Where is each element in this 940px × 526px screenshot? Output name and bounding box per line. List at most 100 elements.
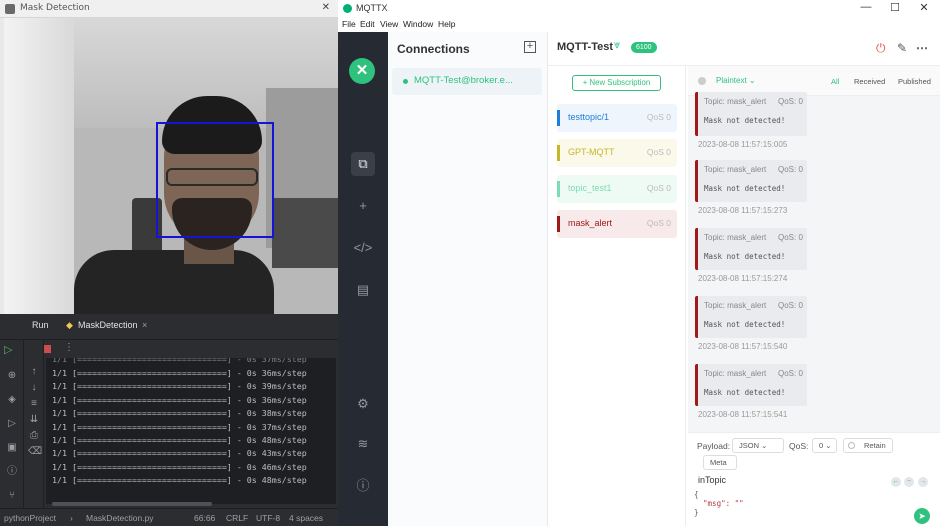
settings-icon[interactable]: ⚙ — [351, 392, 375, 416]
prev-history-icon[interactable]: ← — [891, 477, 901, 487]
project-label[interactable]: pythonProject — [4, 513, 56, 523]
new-subscription-label: New Subscription — [589, 78, 651, 87]
topic-color-bar — [557, 216, 560, 232]
payload-format-select[interactable]: Plaintext ⌄ — [716, 76, 756, 85]
minimize-icon[interactable]: — — [853, 1, 879, 13]
topic-item[interactable]: GPT-MQTT QoS 0 — [557, 139, 677, 167]
qos-select[interactable]: 0 ⌄ — [812, 438, 837, 453]
encoding[interactable]: UTF-8 — [256, 513, 280, 523]
add-connection-icon[interactable]: + — [524, 41, 536, 53]
menu-edit[interactable]: Edit — [360, 19, 375, 29]
mqttx-titlebar[interactable]: MQTTX — ☐ ✕ — [338, 0, 940, 18]
console-line: 1/1 [==============================] - 0… — [52, 461, 307, 472]
run-tab[interactable]: Run — [32, 320, 49, 330]
mask-window-titlebar[interactable]: Mask Detection ✕ — [0, 0, 338, 18]
mask-window-title: Mask Detection — [20, 3, 90, 13]
console-scrollbar[interactable] — [52, 502, 212, 506]
message-topic: Topic: mask_alert — [704, 165, 767, 174]
mqttx-sidebar: ⧉ + </> ▤ ⚙ ≋ ⓘ — [338, 32, 388, 526]
log-icon[interactable]: ▤ — [351, 278, 375, 302]
filter-all[interactable]: All — [831, 77, 839, 86]
trash-icon[interactable]: ⌫ — [28, 446, 42, 458]
color-picker-icon[interactable] — [698, 77, 706, 85]
topic-qos: QoS 0 — [646, 112, 671, 122]
tab-close-icon[interactable]: × — [142, 320, 147, 330]
meta-button[interactable]: Meta — [703, 455, 737, 470]
console-line: 1/1 [==============================] - 0… — [52, 408, 307, 419]
connection-item[interactable]: MQTT-Test@broker.e... — [392, 68, 542, 95]
send-icon[interactable]: ➤ — [914, 508, 930, 524]
script-icon[interactable]: </> — [351, 236, 375, 260]
power-icon[interactable]: ⏻ — [876, 41, 886, 56]
edit-icon[interactable]: ✎ — [897, 41, 907, 55]
filter-received[interactable]: Received — [854, 77, 885, 86]
publish-topic-input[interactable]: inTopic — [698, 475, 726, 485]
subscriptions-column — [548, 66, 686, 526]
message-qos: QoS: 0 — [778, 301, 803, 310]
console-line: 1/1 [==============================] - 0… — [52, 381, 307, 392]
message-topic: Topic: mask_alert — [704, 233, 767, 242]
cursor-position[interactable]: 66:66 — [194, 513, 215, 523]
menu-file[interactable]: File — [342, 19, 356, 29]
console-line: 1/1 [==============================] - 0… — [52, 368, 307, 378]
run-icon[interactable]: ▷ — [6, 418, 18, 430]
about-icon[interactable]: ⓘ — [351, 474, 375, 498]
arrow-down-icon[interactable]: ↓ — [28, 382, 40, 394]
rerun-icon[interactable]: ▷ — [4, 343, 12, 356]
message-payload: Mask not detected! — [704, 252, 786, 261]
stop-icon[interactable] — [43, 345, 51, 353]
message-timestamp: 2023-08-08 11:57:15:005 — [698, 140, 788, 149]
topic-qos: QoS 0 — [646, 147, 671, 157]
message-timestamp: 2023-08-08 11:57:15:273 — [698, 206, 788, 215]
maximize-icon[interactable]: ☐ — [882, 1, 908, 14]
close-icon[interactable]: ✕ — [322, 2, 330, 13]
menu-window[interactable]: Window — [403, 19, 433, 29]
console-line: 1/1 [==============================] - 0… — [52, 421, 307, 432]
connection-header: MQTT-Test ⩔ 6100 ⏻ ✎ ⋯ — [548, 32, 940, 66]
indent-setting[interactable]: 4 spaces — [289, 513, 323, 523]
mqttx-brand-icon: ✕ — [349, 58, 375, 84]
chevron-down-icon[interactable]: ⩔ — [614, 39, 620, 52]
message-bubble[interactable]: Topic: mask_alert QoS: 0 Mask not detected… — [695, 296, 807, 338]
connections-panel — [388, 32, 548, 526]
menu-help[interactable]: Help — [438, 19, 455, 29]
next-history-icon[interactable]: → — [918, 477, 928, 487]
soft-wrap-icon[interactable]: ≡ — [28, 398, 40, 410]
payload-editor[interactable]: { "msg": "" } — [694, 490, 924, 520]
filter-published[interactable]: Published — [898, 77, 931, 86]
message-bubble[interactable]: Topic: mask_alert QoS: 0 Mask not detected… — [695, 228, 807, 270]
editor-line: } — [694, 508, 699, 517]
file-label[interactable]: MaskDetection.py — [86, 513, 154, 523]
menu-view[interactable]: View — [380, 19, 398, 29]
topic-item[interactable]: mask_alert QoS 0 — [557, 210, 677, 238]
topic-item[interactable]: topic_test1 QoS 0 — [557, 175, 677, 203]
maskdetection-tab[interactable]: MaskDetection — [78, 320, 138, 330]
plugins-icon[interactable]: ⊕ — [6, 370, 18, 382]
line-separator[interactable]: CRLF — [226, 513, 248, 523]
console-output[interactable]: 1/1 [==============================] - 0… — [46, 358, 336, 504]
message-bubble[interactable]: Topic: mask_alert QoS: 0 Mask not detected… — [695, 364, 807, 406]
new-subscription-button[interactable]: + New Subscription — [572, 75, 661, 91]
layers-icon[interactable]: ◈ — [6, 394, 18, 406]
window-close-icon[interactable]: ✕ — [911, 1, 937, 14]
more-options-icon[interactable]: ⋯ — [916, 41, 928, 55]
editor-line: "msg": "" — [694, 499, 744, 508]
feed-icon[interactable]: ≋ — [351, 432, 375, 456]
problems-icon[interactable]: ⓘ — [6, 466, 18, 478]
message-topic: Topic: mask_alert — [704, 97, 767, 106]
topic-item[interactable]: testtopic/1 QoS 0 — [557, 104, 677, 132]
scroll-end-icon[interactable]: ⇊ — [28, 414, 40, 426]
arrow-up-icon[interactable]: ↑ — [28, 366, 40, 378]
topic-name: GPT-MQTT — [568, 147, 615, 157]
new-connection-icon[interactable]: + — [351, 194, 375, 218]
message-bubble[interactable]: Topic: mask_alert QoS: 0 Mask not detected… — [695, 160, 807, 202]
payload-type-select[interactable]: JSON ⌄ — [732, 438, 784, 453]
print-icon[interactable]: ⎙ — [28, 430, 40, 442]
clear-history-icon[interactable]: − — [904, 477, 914, 487]
more-icon[interactable]: ⋮ — [64, 342, 74, 353]
message-bubble[interactable]: Topic: mask_alert QoS: 0 Mask not detected… — [695, 92, 807, 136]
face-detection-box — [156, 122, 274, 238]
terminal-icon[interactable]: ▣ — [6, 442, 18, 454]
git-icon[interactable]: ⑂ — [6, 490, 18, 502]
connections-icon[interactable]: ⧉ — [351, 152, 375, 176]
